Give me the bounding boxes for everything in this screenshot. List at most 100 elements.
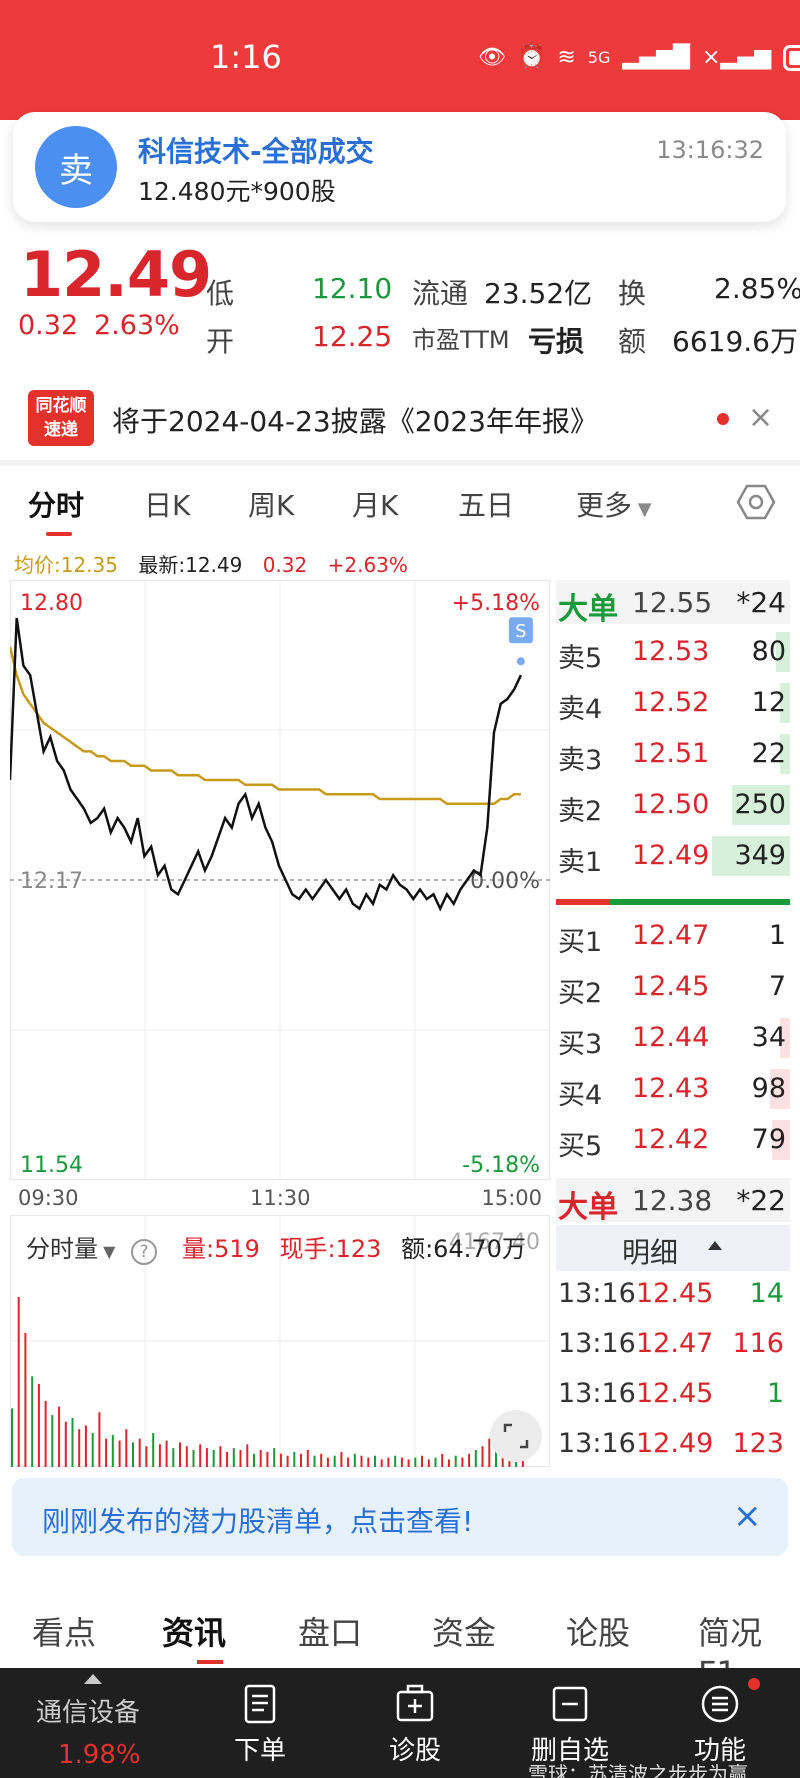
trade-details-header[interactable]: 明细: [556, 1225, 790, 1271]
tab-daily-k[interactable]: 日K: [144, 484, 190, 524]
volume-bar: [286, 1455, 289, 1467]
volume-bar: [454, 1455, 457, 1467]
promo-banner-close-button[interactable]: ×: [733, 1496, 762, 1536]
bid-row-2[interactable]: 买2 12.45 7: [556, 965, 790, 1009]
bid-volume: 98: [751, 1073, 786, 1104]
big-buy-order[interactable]: 大单 12.38 *22: [556, 1178, 790, 1225]
price-change: 0.32: [18, 310, 79, 341]
subtab-orderbook[interactable]: 盘口: [298, 1608, 362, 1654]
bid-row-5[interactable]: 买5 12.42 79: [556, 1118, 790, 1162]
y-ref-label: 12.17: [20, 869, 83, 894]
tab-weekly-k[interactable]: 周K: [248, 484, 294, 524]
volume-bar: [394, 1455, 397, 1467]
volume-bar: [246, 1444, 249, 1467]
turnover-label: 换: [618, 277, 647, 310]
volume-bar: [31, 1376, 34, 1467]
ask-price: 12.51: [632, 738, 710, 769]
turnover-value: 2.85%: [714, 272, 800, 305]
ask-level-label: 卖5: [558, 643, 603, 674]
logo-line1: 同花顺: [35, 396, 87, 416]
bid-price: 12.43: [632, 1073, 710, 1104]
current-price: 12.49: [20, 238, 212, 311]
volume-bar: [474, 1450, 477, 1467]
volume-bar: [98, 1412, 101, 1467]
subtab-funds[interactable]: 资金: [432, 1608, 496, 1654]
diagnose-label: 诊股: [388, 1736, 441, 1766]
trade-volume: 1: [766, 1378, 784, 1409]
menu-circle-icon: [701, 1685, 739, 1723]
volume-bar: [179, 1442, 181, 1467]
volume-bar: [44, 1400, 47, 1467]
time-label-close: 15:00: [481, 1186, 542, 1210]
alarm-icon: ⏰: [517, 45, 546, 70]
sector-name[interactable]: 通信设备: [36, 1692, 140, 1729]
ask-price: 12.50: [632, 789, 710, 820]
big-sell-order[interactable]: 大单 12.55 *24: [556, 580, 790, 627]
volume-amount-value: 额:64.70万: [401, 1235, 526, 1263]
trade-detail-row: 13:16 12.45 14: [556, 1272, 790, 1320]
ask-row-3[interactable]: 卖3 12.51 22: [556, 732, 790, 776]
bid-row-3[interactable]: 买3 12.44 34: [556, 1016, 790, 1060]
diagnose-button[interactable]: 诊股: [370, 1668, 460, 1778]
network-label: 5G: [587, 48, 611, 67]
tab-five-day[interactable]: 五日: [458, 484, 514, 524]
volume-bar: [219, 1446, 222, 1467]
volume-bar: [407, 1459, 410, 1467]
trade-time: 13:16: [558, 1278, 636, 1309]
volume-value: 量:519: [182, 1235, 260, 1263]
bid-row-1[interactable]: 买1 12.47 1: [556, 914, 790, 958]
promo-banner-text[interactable]: 刚刚发布的潜力股清单，点击查看!: [42, 1500, 473, 1540]
ask-row-4[interactable]: 卖4 12.52 12: [556, 681, 790, 725]
tab-intraday[interactable]: 分时: [28, 484, 84, 524]
help-icon[interactable]: ?: [131, 1239, 158, 1265]
eye-icon: 👁: [478, 45, 506, 70]
volume-bar: [11, 1408, 13, 1467]
volume-bar: [279, 1453, 282, 1467]
price-change-pct: 2.63%: [94, 310, 180, 341]
subtab-underline: [197, 1660, 223, 1664]
trade-notification[interactable]: 卖 科信技术-全部成交 12.480元*900股 13:16:32: [13, 112, 786, 222]
volume-bars: [11, 1297, 524, 1467]
announcement-close-button[interactable]: ×: [748, 400, 773, 435]
subtab-discussion[interactable]: 论股: [566, 1608, 630, 1654]
volume-bar: [421, 1455, 423, 1467]
ask-row-5[interactable]: 卖5 12.53 80: [556, 630, 790, 674]
intraday-chart[interactable]: 12.80 +5.18% 12.17 0.00% 11.54 -5.18% S: [10, 580, 550, 1180]
volume-bar: [111, 1434, 114, 1467]
unread-dot: [717, 413, 729, 425]
volume-bar: [461, 1457, 464, 1467]
ask-row-1[interactable]: 卖1 12.49 349: [556, 834, 790, 878]
trade-volume: 14: [749, 1278, 784, 1309]
tab-more[interactable]: 更多 ▼: [576, 484, 652, 524]
volume-bar: [340, 1451, 343, 1467]
bid-row-4[interactable]: 买4 12.43 98: [556, 1067, 790, 1111]
announcement-text[interactable]: 将于2024-04-23披露《2023年年报》: [112, 400, 598, 440]
ask-row-2[interactable]: 卖2 12.50 250: [556, 783, 790, 827]
volume-bar: [185, 1446, 188, 1467]
expand-up-icon[interactable]: [84, 1674, 102, 1684]
ask-level-label: 卖2: [558, 796, 603, 827]
y-min-label: 11.54: [20, 1153, 83, 1178]
settings-hexagon-icon[interactable]: [736, 482, 776, 522]
sell-marker[interactable]: S: [508, 617, 533, 666]
notification-body: 12.480元*900股: [138, 177, 336, 206]
ask-volume: 349: [734, 840, 786, 871]
notification-time: 13:16:32: [656, 136, 764, 164]
volume-bar: [71, 1417, 74, 1467]
volume-bar: [326, 1457, 329, 1467]
notification-title: 科信技术-全部成交: [138, 135, 374, 168]
info-pct: +2.63%: [327, 553, 408, 577]
expand-chart-icon[interactable]: [490, 1410, 542, 1462]
volume-bar: [51, 1415, 54, 1467]
volume-mode-dropdown[interactable]: 分时量 ▼ ?: [26, 1229, 158, 1265]
trade-time: 13:16: [558, 1428, 636, 1459]
volume-bar: [266, 1451, 269, 1467]
volume-bar: [172, 1448, 175, 1467]
bid-price: 12.42: [632, 1124, 710, 1155]
subtab-news[interactable]: 资讯: [162, 1608, 226, 1654]
subtab-highlights[interactable]: 看点: [32, 1608, 96, 1654]
wifi-icon: ≋: [557, 45, 576, 70]
order-button[interactable]: 下单: [215, 1668, 305, 1778]
tab-monthly-k[interactable]: 月K: [352, 484, 398, 524]
volume-bar: [152, 1433, 155, 1467]
